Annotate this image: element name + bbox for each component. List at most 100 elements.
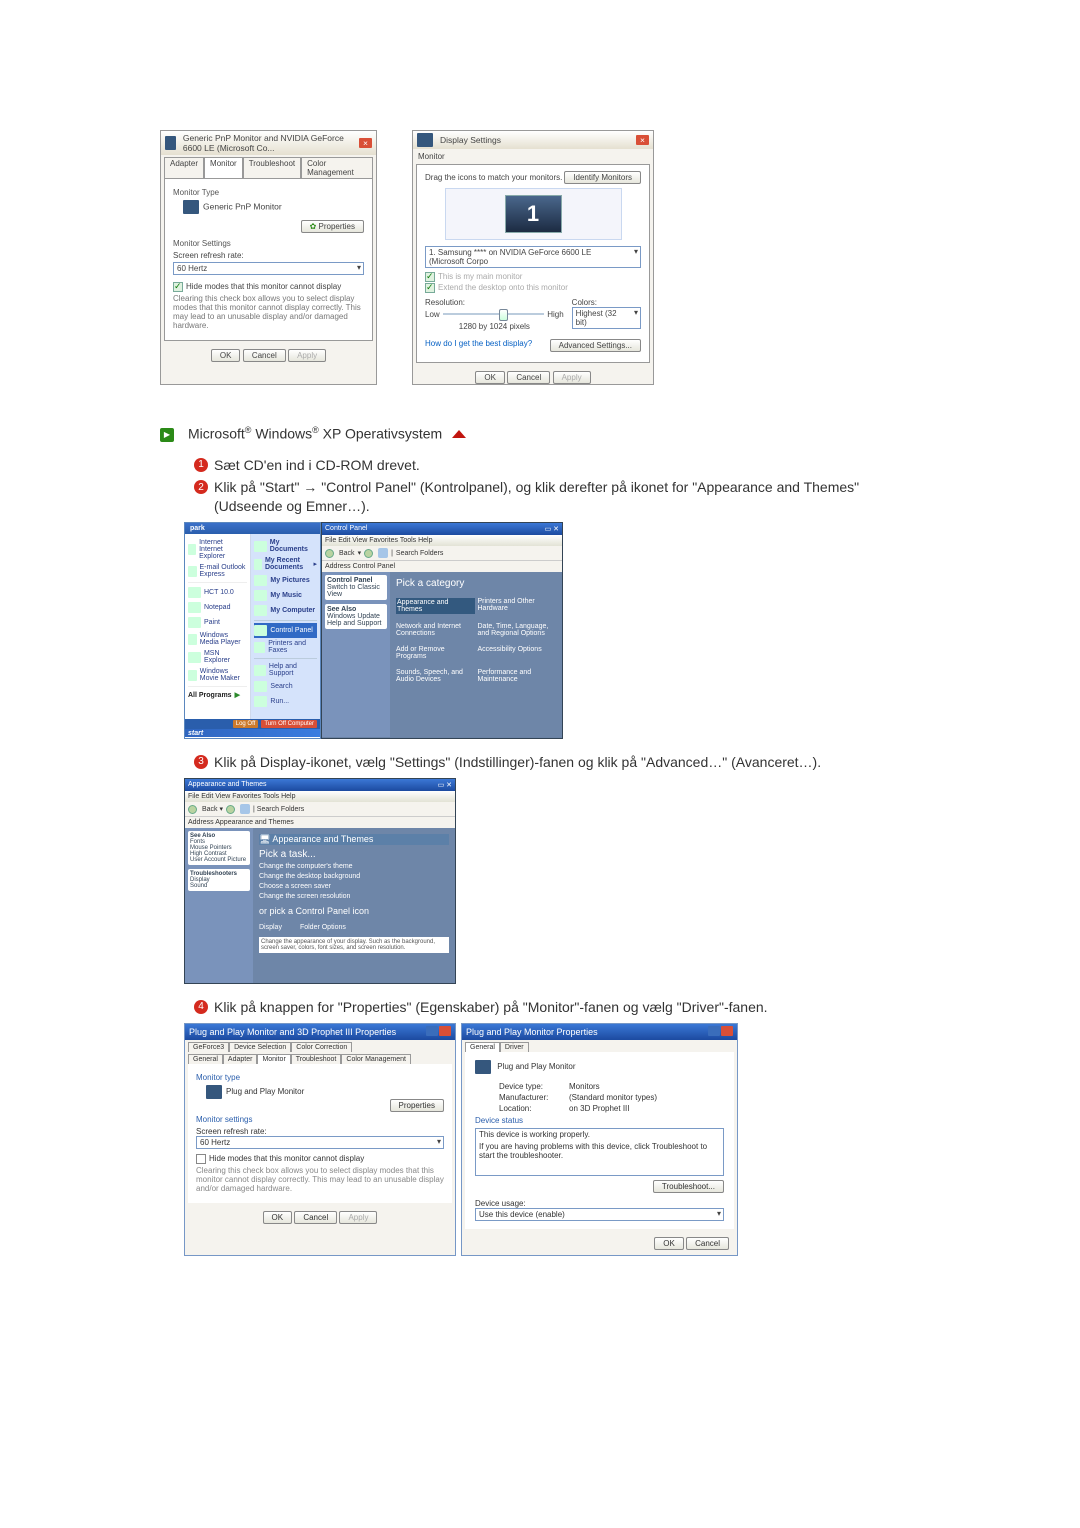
monitor-properties-dialog: Generic PnP Monitor and NVIDIA GeForce 6… <box>160 130 377 385</box>
task-resolution[interactable]: Change the screen resolution <box>259 893 449 900</box>
tab-colormgmt[interactable]: Color Management <box>341 1054 411 1064</box>
back-icon[interactable] <box>188 805 197 814</box>
display-icon-item[interactable]: Display <box>259 924 282 931</box>
cancel-button[interactable]: Cancel <box>686 1237 729 1250</box>
or-pick-icon-heading: or pick a Control Panel icon <box>259 906 449 916</box>
help-icon[interactable] <box>708 1026 720 1036</box>
switch-classic-link[interactable]: Switch to Classic View <box>327 584 385 598</box>
hide-modes-text: Clearing this check box allows you to se… <box>173 294 364 330</box>
cancel-button[interactable]: Cancel <box>243 349 286 362</box>
window-controls-icon[interactable]: ▭ ✕ <box>438 781 452 789</box>
monitor-1-icon[interactable]: 1 <box>505 195 562 233</box>
up-chevron-icon[interactable] <box>452 426 466 438</box>
monitor-glyph-icon <box>183 200 199 214</box>
extend-desktop-checkbox[interactable] <box>425 283 435 293</box>
back-icon[interactable] <box>325 549 334 558</box>
mydocs-icon <box>254 541 266 552</box>
hide-modes-label: Hide modes that this monitor cannot disp… <box>186 282 341 291</box>
all-programs-item[interactable]: All Programs <box>188 692 232 699</box>
refresh-rate-dropdown[interactable]: 60 Hertz <box>196 1136 444 1149</box>
step-1-text: Sæt CD'en ind i CD-ROM drevet. <box>214 456 420 475</box>
control-panel-item[interactable]: Control Panel <box>270 627 312 634</box>
address-bar[interactable]: Address Control Panel <box>322 560 562 572</box>
sounds-item[interactable]: Sounds, Speech, and Audio Devices <box>396 669 475 683</box>
monitor-name: Generic PnP Monitor <box>203 201 282 211</box>
ok-button[interactable]: OK <box>475 371 505 384</box>
close-icon[interactable]: × <box>359 138 372 148</box>
tab-general[interactable]: General <box>188 1054 223 1064</box>
identify-monitors-button[interactable]: Identify Monitors <box>564 171 641 184</box>
up-icon[interactable] <box>378 548 388 558</box>
troubleshoot-button[interactable]: Troubleshoot... <box>653 1180 724 1193</box>
step-1-badge: 1 <box>194 458 208 472</box>
appearance-themes-item[interactable]: Appearance and Themes <box>396 598 475 614</box>
close-icon[interactable]: × <box>636 135 649 145</box>
tab-adapter[interactable]: Adapter <box>223 1054 258 1064</box>
start-button[interactable]: start <box>188 730 203 737</box>
monitor-select-dropdown[interactable]: 1. Samsung **** on NVIDIA GeForce 6600 L… <box>425 246 641 268</box>
date-time-item[interactable]: Date, Time, Language, and Regional Optio… <box>478 623 557 637</box>
monitor-icon <box>165 136 176 150</box>
properties-button[interactable]: Properties <box>390 1099 444 1112</box>
properties-button[interactable]: ✿ Properties <box>301 220 364 233</box>
step-4-text: Klik på knappen for "Properties" (Egensk… <box>214 998 768 1017</box>
dialog-button-row: OK Cancel Apply <box>161 349 376 362</box>
apply-button[interactable]: Apply <box>288 349 326 362</box>
paint-icon <box>188 617 201 628</box>
hide-modes-checkbox[interactable] <box>196 1154 206 1164</box>
step-2-badge: 2 <box>194 480 208 494</box>
tab-adapter[interactable]: Adapter <box>164 157 204 178</box>
help-link[interactable]: How do I get the best display? <box>425 339 532 352</box>
tab-driver[interactable]: Driver <box>500 1042 529 1052</box>
main-monitor-checkbox[interactable] <box>425 272 435 282</box>
fwd-icon[interactable] <box>364 549 373 558</box>
folderopt-icon-item[interactable]: Folder Options <box>300 924 346 931</box>
ok-button[interactable]: OK <box>654 1237 684 1250</box>
help-icon <box>254 665 265 676</box>
bullet-icon <box>160 428 174 442</box>
tab-geforce3[interactable]: GeForce3 <box>188 1042 229 1052</box>
main-monitor-label: This is my main monitor <box>438 272 522 281</box>
tab-troubleshoot[interactable]: Troubleshoot <box>291 1054 342 1064</box>
colors-dropdown[interactable]: Highest (32 bit) <box>572 307 641 329</box>
close-icon[interactable] <box>439 1026 451 1036</box>
task-screensaver[interactable]: Choose a screen saver <box>259 883 449 890</box>
mycomp-icon <box>254 605 267 616</box>
performance-item[interactable]: Performance and Maintenance <box>478 669 557 683</box>
cp-menubar[interactable]: File Edit View Favorites Tools Help <box>322 535 562 546</box>
tab-troubleshoot[interactable]: Troubleshoot <box>243 157 301 178</box>
tab-color-correction[interactable]: Color Correction <box>291 1042 352 1052</box>
ok-button[interactable]: OK <box>211 349 241 362</box>
dialog-title: Generic PnP Monitor and NVIDIA GeForce 6… <box>183 133 356 153</box>
cancel-button[interactable]: Cancel <box>507 371 550 384</box>
logoff-button[interactable]: Log Off <box>233 720 259 728</box>
apply-button[interactable]: Apply <box>339 1211 377 1224</box>
window-controls-icon[interactable]: ▭ ✕ <box>545 525 559 533</box>
monitor-layout-area[interactable]: 1 <box>445 188 622 240</box>
tab-device-selection[interactable]: Device Selection <box>229 1042 291 1052</box>
add-remove-item[interactable]: Add or Remove Programs <box>396 646 475 660</box>
ok-button[interactable]: OK <box>263 1211 293 1224</box>
step-2-screenshots: park Internet Internet Explorer E-mail O… <box>184 522 930 739</box>
shutdown-button[interactable]: Turn Off Computer <box>261 720 317 728</box>
accessibility-item[interactable]: Accessibility Options <box>478 646 557 660</box>
task-background[interactable]: Change the desktop background <box>259 873 449 880</box>
network-item[interactable]: Network and Internet Connections <box>396 623 475 637</box>
resolution-slider[interactable]: LowHigh <box>425 310 564 319</box>
help-icon[interactable] <box>426 1026 438 1036</box>
close-icon[interactable] <box>721 1026 733 1036</box>
hide-modes-checkbox[interactable] <box>173 282 183 292</box>
tab-monitor[interactable]: Monitor <box>257 1054 290 1064</box>
task-theme[interactable]: Change the computer's theme <box>259 863 449 870</box>
device-usage-dropdown[interactable]: Use this device (enable) <box>475 1208 724 1221</box>
apply-button[interactable]: Apply <box>553 371 591 384</box>
moviemaker-icon <box>188 670 197 681</box>
tab-colormgmt[interactable]: Color Management <box>301 157 373 178</box>
tab-monitor[interactable]: Monitor <box>204 157 243 178</box>
printers-hw-item[interactable]: Printers and Other Hardware <box>478 598 557 614</box>
refresh-rate-dropdown[interactable]: 60 Hertz <box>173 262 364 275</box>
device-status-box: This device is working properly. If you … <box>475 1128 724 1176</box>
advanced-settings-button[interactable]: Advanced Settings... <box>550 339 641 352</box>
cancel-button[interactable]: Cancel <box>294 1211 337 1224</box>
tab-general[interactable]: General <box>465 1042 500 1052</box>
